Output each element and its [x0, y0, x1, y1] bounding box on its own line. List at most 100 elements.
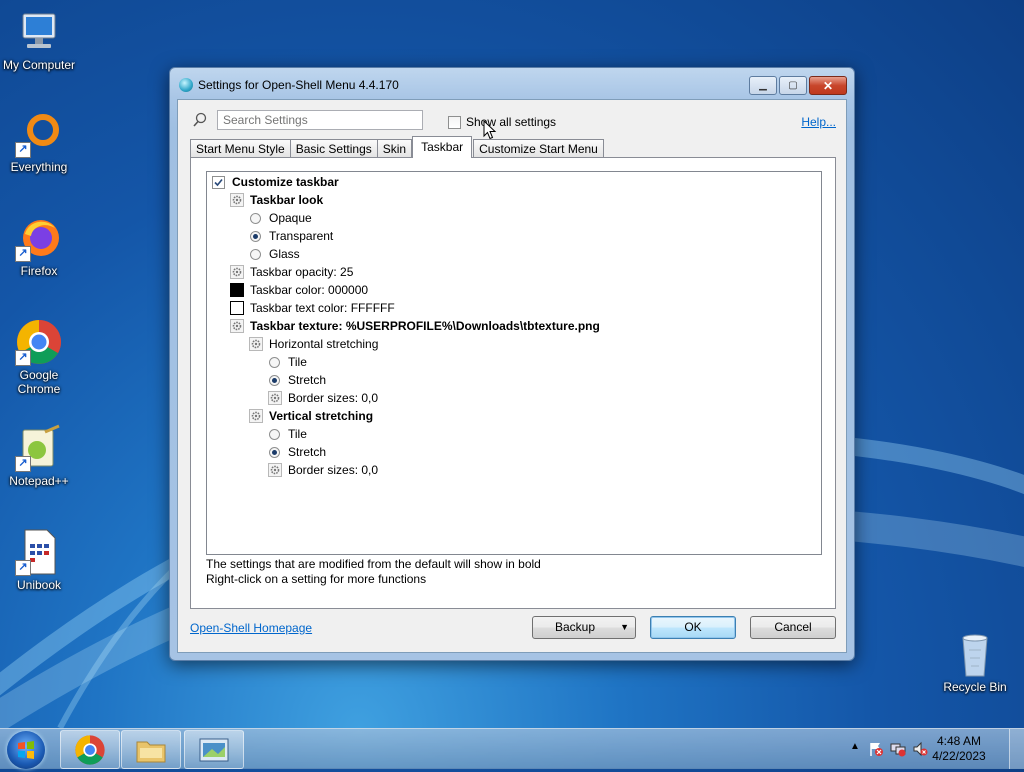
cancel-button[interactable]: Cancel — [750, 616, 836, 639]
show-hidden-icons-arrow-icon[interactable]: ▲ — [850, 741, 860, 752]
mouse-cursor-icon — [483, 120, 497, 140]
hint-line-right-click: Right-click on a setting for more functi… — [206, 572, 427, 586]
transparent-label: Transparent — [269, 229, 334, 243]
everything-search-icon: ↗ — [15, 110, 63, 158]
taskbar-tab-panel: Customize taskbar Taskbar look Opaque Tr… — [190, 157, 836, 609]
radio-button-selected[interactable] — [269, 446, 280, 458]
tab-basic-settings[interactable]: Basic Settings — [289, 139, 378, 158]
radio-button[interactable] — [250, 248, 261, 260]
vertical-tile-radio[interactable]: Tile — [269, 425, 307, 443]
shortcut-arrow-icon: ↗ — [15, 560, 31, 576]
clock[interactable]: 4:48 AM 4/22/2023 — [924, 734, 994, 764]
shortcut-arrow-icon: ↗ — [15, 350, 31, 366]
radio-button[interactable] — [250, 212, 261, 224]
taskbar-texture-row[interactable]: Taskbar texture: %USERPROFILE%\Downloads… — [230, 317, 600, 335]
opaque-label: Opaque — [269, 211, 312, 225]
ok-button[interactable]: OK — [650, 616, 736, 639]
shortcut-arrow-icon: ↗ — [15, 456, 31, 472]
desktop-icon-my-computer[interactable]: My Computer — [1, 8, 77, 72]
taskbar-color-row[interactable]: Taskbar color: 000000 — [230, 281, 368, 299]
radio-button-selected[interactable] — [250, 230, 261, 242]
open-shell-homepage-link[interactable]: Open-Shell Homepage — [190, 621, 312, 635]
title-bar[interactable]: Settings for Open-Shell Menu 4.4.170 ▁ ▢… — [170, 68, 854, 100]
show-all-checkbox-box[interactable] — [448, 115, 461, 129]
horizontal-stretch-radio[interactable]: Stretch — [269, 371, 326, 389]
taskbar-chrome-button[interactable] — [60, 730, 120, 769]
desktop-icon-google-chrome[interactable]: ↗ Google Chrome — [1, 318, 77, 396]
vertical-border-sizes-row[interactable]: Border sizes: 0,0 — [268, 461, 378, 479]
setting-gear-icon — [230, 193, 244, 207]
show-desktop-button[interactable] — [1009, 729, 1024, 769]
show-all-settings-label: Show all settings — [466, 115, 557, 129]
look-glass-radio[interactable]: Glass — [250, 245, 300, 263]
radio-button[interactable] — [269, 356, 280, 368]
desktop-icon-notepad-plus-plus[interactable]: ↗ Notepad++ — [1, 424, 77, 488]
taskbar: ▲ 4:48 AM 4/22/2023 — [0, 728, 1024, 769]
taskbar-explorer-button[interactable] — [121, 730, 181, 769]
hint-text: The settings that are modified from the … — [206, 557, 541, 587]
start-button[interactable] — [7, 731, 45, 769]
horizontal-stretching-row[interactable]: Horizontal stretching — [249, 335, 378, 353]
tab-start-menu-style[interactable]: Start Menu Style — [190, 139, 291, 158]
horizontal-border-sizes-row[interactable]: Border sizes: 0,0 — [268, 389, 378, 407]
taskbar-opacity-row[interactable]: Taskbar opacity: 25 — [230, 263, 353, 281]
horizontal-tile-radio[interactable]: Tile — [269, 353, 307, 371]
customize-taskbar-row[interactable]: Customize taskbar — [212, 173, 339, 191]
look-transparent-radio[interactable]: Transparent — [250, 227, 333, 245]
desktop-icon-unibook[interactable]: ↗ Unibook — [1, 528, 77, 592]
backup-label: Backup — [555, 620, 596, 634]
tab-taskbar[interactable]: Taskbar — [412, 136, 473, 158]
clock-time: 4:48 AM — [936, 734, 982, 748]
show-all-settings-checkbox[interactable]: Show all settings — [448, 115, 556, 129]
customize-taskbar-checkbox[interactable] — [212, 175, 225, 189]
shortcut-arrow-icon: ↗ — [15, 142, 31, 158]
horizontal-stretch-label: Stretch — [288, 373, 327, 387]
taskbar-text-color-row[interactable]: Taskbar text color: FFFFFF — [230, 299, 395, 317]
radio-button-selected[interactable] — [269, 374, 280, 386]
vertical-stretch-radio[interactable]: Stretch — [269, 443, 326, 461]
taskbar-texture-label: Taskbar texture: %USERPROFILE%\Downloads… — [250, 319, 600, 333]
settings-tree[interactable]: Customize taskbar Taskbar look Opaque Tr… — [206, 171, 822, 555]
look-opaque-radio[interactable]: Opaque — [250, 209, 312, 227]
open-shell-settings-icon — [199, 738, 229, 761]
help-link[interactable]: Help... — [801, 115, 836, 129]
network-icon[interactable] — [890, 741, 906, 757]
dialog-client-area: Show all settings Help... Start Menu Sty… — [177, 99, 847, 653]
setting-gear-icon — [249, 337, 263, 351]
tab-skin[interactable]: Skin — [376, 139, 413, 158]
shortcut-arrow-icon: ↗ — [15, 246, 31, 262]
setting-gear-icon — [230, 319, 244, 333]
horizontal-stretching-label: Horizontal stretching — [269, 337, 379, 351]
chrome-icon — [75, 734, 105, 765]
action-center-flag-icon[interactable] — [868, 741, 884, 757]
system-tray: ▲ 4:48 AM 4/22/2023 — [834, 729, 1024, 769]
vertical-tile-label: Tile — [288, 427, 307, 441]
checkmark-icon — [214, 178, 223, 186]
minimize-icon: ▁ — [759, 80, 767, 91]
backup-button[interactable]: Backup ▼ — [532, 616, 636, 639]
close-icon: ✕ — [822, 78, 834, 93]
chrome-icon: ↗ — [15, 318, 63, 366]
clock-date: 4/22/2023 — [932, 749, 986, 763]
firefox-icon: ↗ — [15, 214, 63, 262]
tab-customize-start-menu[interactable]: Customize Start Menu — [473, 139, 604, 158]
search-settings-input[interactable] — [217, 110, 423, 130]
customize-taskbar-label: Customize taskbar — [232, 175, 339, 189]
taskbar-look-row[interactable]: Taskbar look — [230, 191, 323, 209]
close-button[interactable]: ✕ — [809, 76, 847, 95]
taskbar-text-color-label: Taskbar text color: FFFFFF — [250, 301, 395, 315]
setting-gear-icon — [268, 391, 282, 405]
minimize-button[interactable]: ▁ — [749, 76, 777, 95]
desktop-icon-everything[interactable]: ↗ Everything — [1, 110, 77, 174]
taskbar-color-swatch[interactable] — [230, 283, 244, 297]
taskbar-settings-window-button[interactable] — [184, 730, 244, 769]
vertical-stretching-label: Vertical stretching — [269, 409, 374, 423]
desktop-icon-firefox[interactable]: ↗ Firefox — [1, 214, 77, 278]
radio-button[interactable] — [269, 428, 280, 440]
desktop-icon-recycle-bin[interactable]: Recycle Bin — [937, 630, 1013, 694]
vertical-stretching-row[interactable]: Vertical stretching — [249, 407, 373, 425]
maximize-button[interactable]: ▢ — [779, 76, 807, 95]
taskbar-text-color-swatch[interactable] — [230, 301, 244, 315]
horizontal-tile-label: Tile — [288, 355, 307, 369]
caption-buttons: ▁ ▢ ✕ — [747, 76, 847, 95]
